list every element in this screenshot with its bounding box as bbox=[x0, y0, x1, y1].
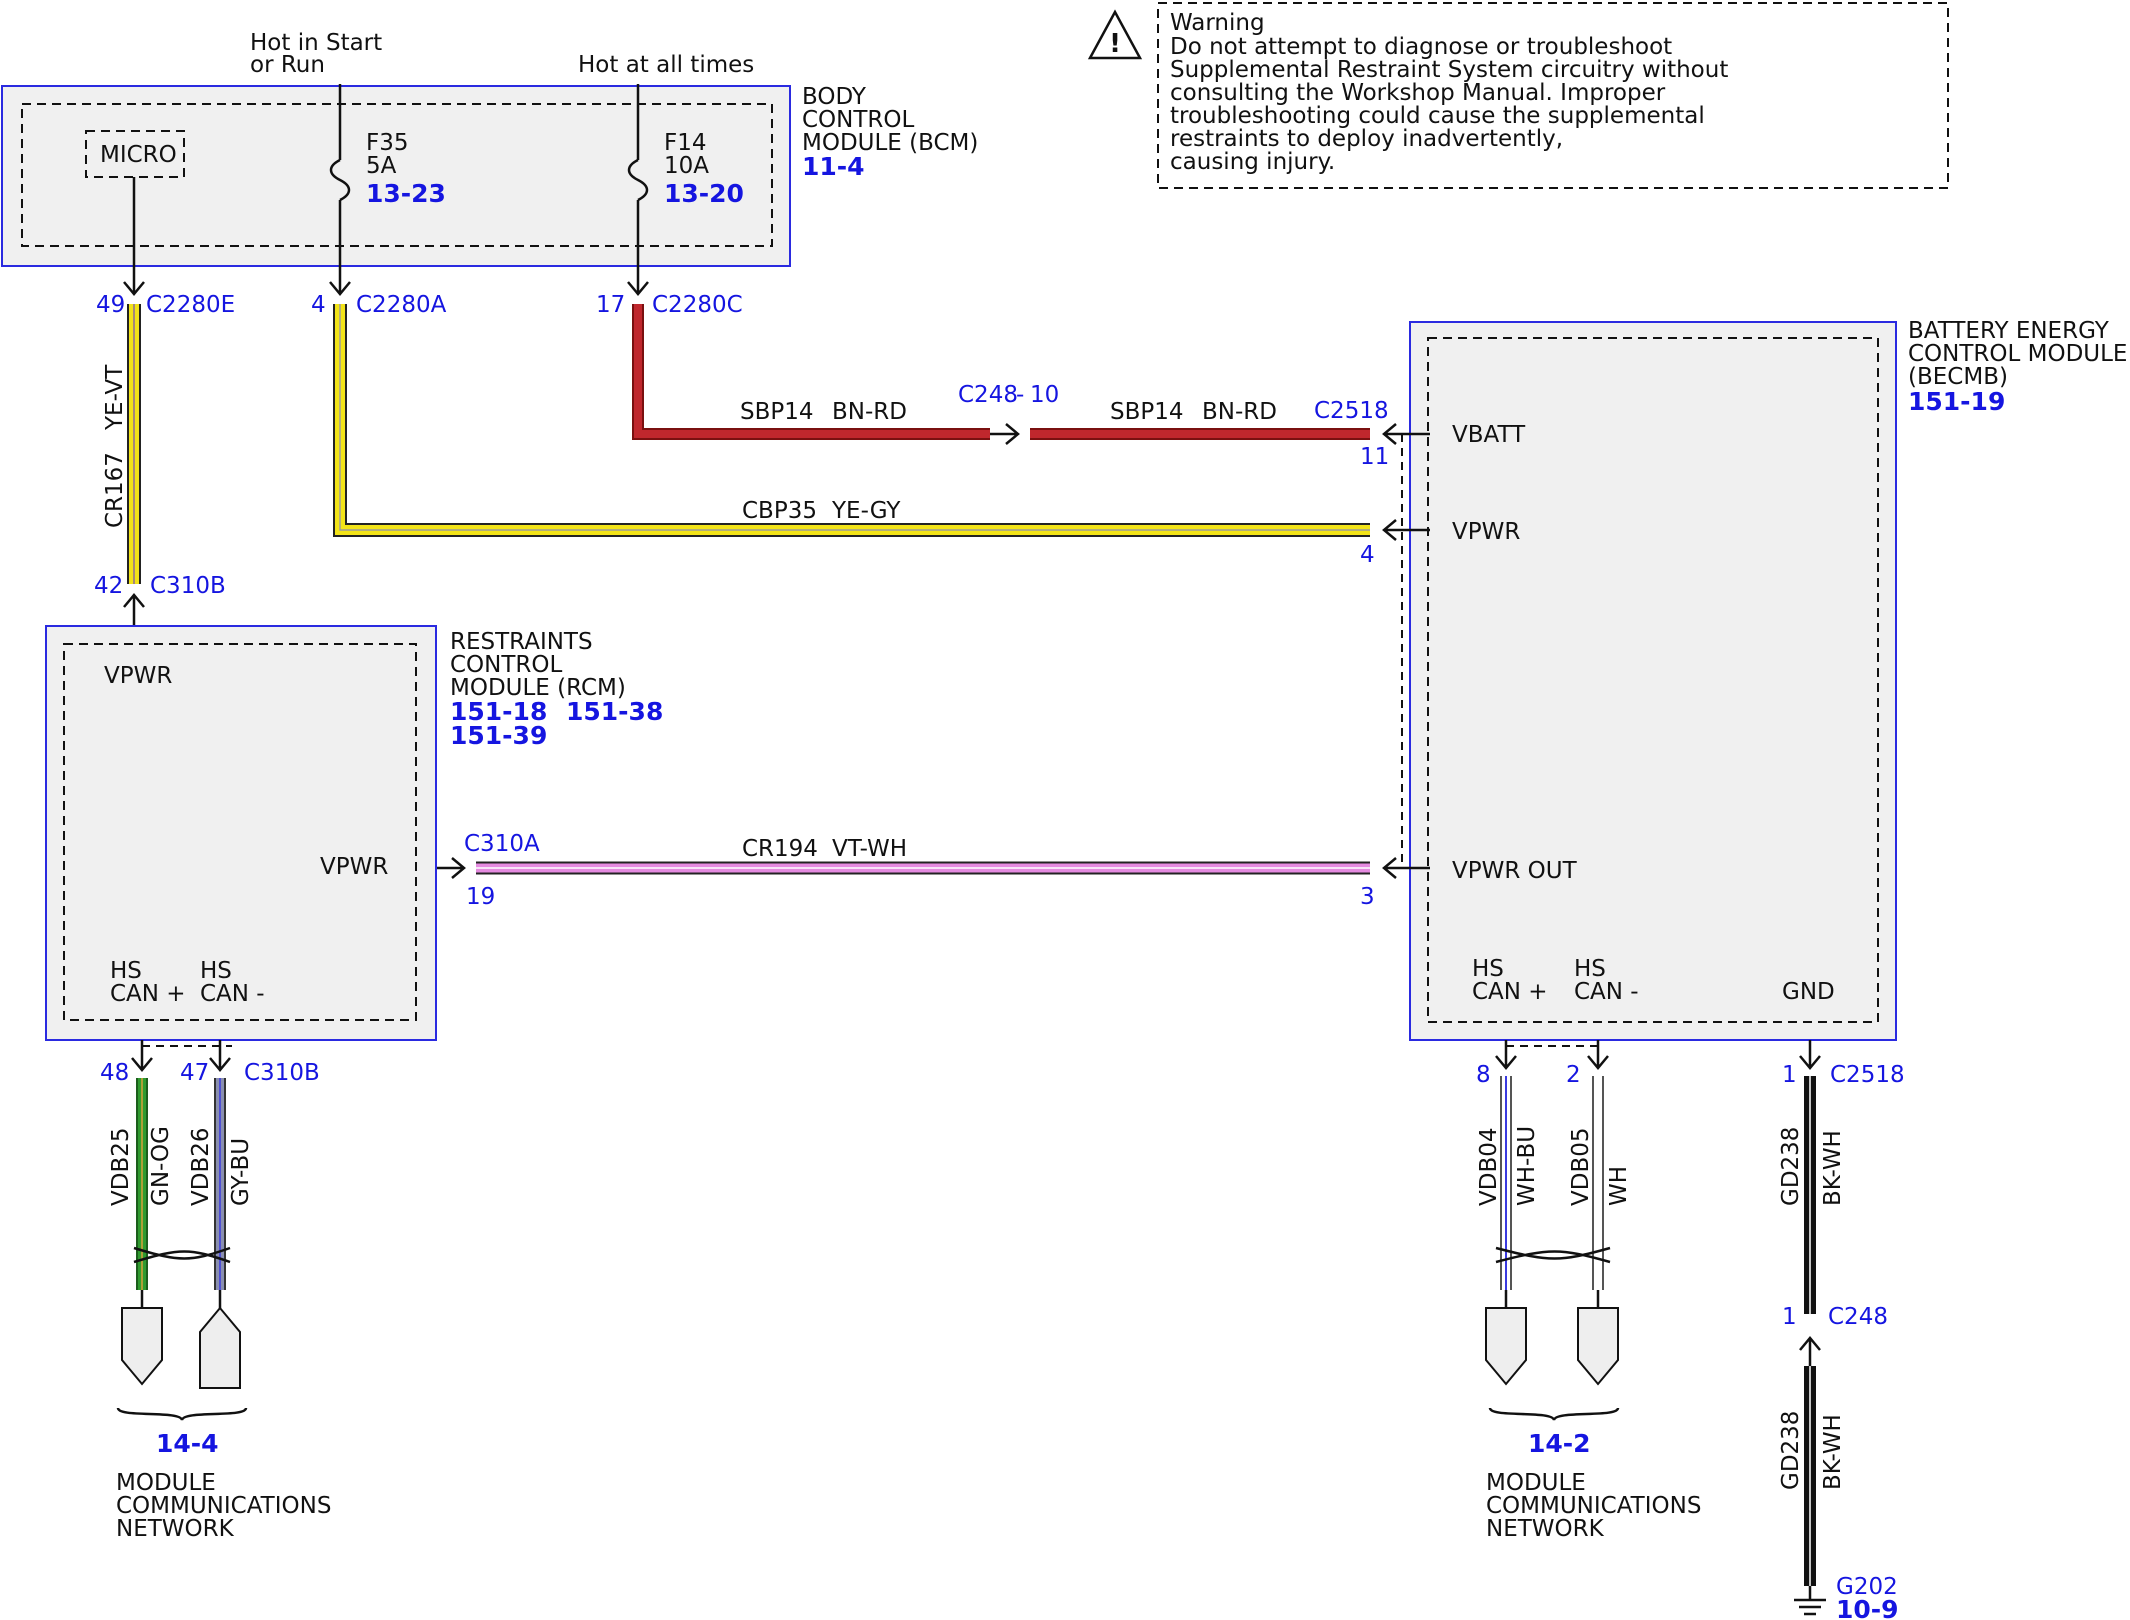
becmb-vpwr-out-label: VPWR OUT bbox=[1452, 858, 1578, 884]
network-right-ref[interactable]: 14-2 bbox=[1528, 1429, 1591, 1458]
becmb-can-plus-arrow-icon bbox=[1495, 1040, 1517, 1070]
sbp14-b-color: BN-RD bbox=[1202, 399, 1277, 425]
cr194-circuit: CR194 bbox=[742, 836, 818, 862]
c310a-name: C310A bbox=[464, 831, 540, 857]
rcm-module: RESTRAINTS CONTROL MODULE (RCM) 151-18 1… bbox=[45, 625, 663, 1041]
warning-line-6: causing injury. bbox=[1170, 149, 1335, 175]
fuse-f35-ref[interactable]: 13-23 bbox=[366, 179, 446, 208]
gnd-c248-arrow-icon bbox=[1799, 1336, 1821, 1366]
bcm-module: MICRO BODY CONTROL MODULE (BCM) 11-4 F35… bbox=[1, 84, 978, 267]
becmb-vbatt-label: VBATT bbox=[1452, 422, 1526, 448]
rcm-ref-2[interactable]: 151-38 bbox=[566, 697, 663, 726]
becmb-can-minus-terminal-icon bbox=[1577, 1307, 1619, 1386]
sbp14-a-color: BN-RD bbox=[832, 399, 907, 425]
vdb25-circuit: VDB25 bbox=[108, 1128, 134, 1207]
becmb-can-minus-arrow-icon bbox=[1587, 1040, 1609, 1070]
c2280e-pin: 49 bbox=[96, 292, 125, 318]
becmb-hs-can-plus-2: CAN + bbox=[1472, 979, 1548, 1005]
cr167-color: YE-VT bbox=[102, 364, 128, 431]
network-right-label-3: NETWORK bbox=[1486, 1516, 1605, 1542]
network-left-label-3: NETWORK bbox=[116, 1516, 235, 1542]
c2280a-pin: 4 bbox=[311, 292, 326, 318]
gd238-a-circuit: GD238 bbox=[1778, 1127, 1804, 1206]
becmb-vpwr-pin: 4 bbox=[1360, 542, 1375, 568]
gnd-c248-pin: 1 bbox=[1782, 1304, 1797, 1330]
ground-symbol-icon bbox=[1794, 1586, 1826, 1616]
rcm-vpwr-top-label: VPWR bbox=[104, 663, 172, 689]
becmb-gnd-connector: C2518 bbox=[1830, 1062, 1905, 1088]
c2518-vbatt-name: C2518 bbox=[1314, 398, 1389, 424]
cr194-color: VT-WH bbox=[832, 836, 907, 862]
c310b-top-pin: 42 bbox=[94, 573, 123, 599]
network-left-ref[interactable]: 14-4 bbox=[156, 1429, 219, 1458]
rcm-can-plus-arrow-icon bbox=[131, 1040, 153, 1072]
wire-sbp14-a bbox=[632, 304, 990, 440]
rcm-can-connector-name: C310B bbox=[244, 1060, 320, 1086]
becmb-hs-can-minus-2: CAN - bbox=[1574, 979, 1639, 1005]
becmb-gnd-label: GND bbox=[1782, 979, 1835, 1005]
warning-title: Warning bbox=[1170, 10, 1265, 36]
ground-ref[interactable]: 10-9 bbox=[1836, 1595, 1899, 1620]
vdb05-color: WH bbox=[1606, 1166, 1632, 1206]
vdb26-color: GY-BU bbox=[228, 1138, 254, 1206]
vdb04-color: WH-BU bbox=[1514, 1126, 1540, 1206]
wiring-diagram: ! Warning Do not attempt to diagnose or … bbox=[1, 2, 2130, 1620]
rcm-hs-can-minus-2: CAN - bbox=[200, 981, 265, 1007]
becmb-network-brace-icon bbox=[1488, 1407, 1620, 1421]
micro-label: MICRO bbox=[100, 142, 177, 168]
rcm-ref-3[interactable]: 151-39 bbox=[450, 721, 547, 750]
c2280a-name: C2280A bbox=[356, 292, 447, 318]
c248-inline-name: C248 bbox=[958, 382, 1018, 408]
rcm-can-minus-pin: 47 bbox=[180, 1060, 209, 1086]
rcm-hs-can-plus-2: CAN + bbox=[110, 981, 186, 1007]
sbp14-b-circuit: SBP14 bbox=[1110, 399, 1184, 425]
c2280c-pin: 17 bbox=[596, 292, 625, 318]
becmb-vpwr-label: VPWR bbox=[1452, 519, 1520, 545]
becmb-can-plus-terminal-icon bbox=[1485, 1307, 1527, 1386]
bcm-ref[interactable]: 11-4 bbox=[802, 152, 865, 181]
c248-inline-dash: - bbox=[1016, 382, 1024, 408]
rcm-network-brace-icon bbox=[116, 1407, 248, 1421]
rcm-can-plus-terminal-icon bbox=[121, 1307, 163, 1386]
c2280e-name: C2280E bbox=[146, 292, 235, 318]
vdb25-color: GN-OG bbox=[148, 1126, 174, 1206]
becmb-gnd-pin: 1 bbox=[1782, 1062, 1797, 1088]
gnd-c248-name: C248 bbox=[1828, 1304, 1888, 1330]
warning-triangle-icon: ! bbox=[1087, 9, 1143, 60]
c248-inline-arrow-icon bbox=[990, 423, 1020, 445]
vdb04-circuit: VDB04 bbox=[1476, 1128, 1502, 1207]
gd238-a-color: BK-WH bbox=[1820, 1130, 1846, 1206]
cr167-circuit: CR167 bbox=[102, 452, 128, 528]
svg-text:!: ! bbox=[1109, 29, 1121, 59]
vdb26-circuit: VDB26 bbox=[188, 1128, 214, 1207]
hot-start-run-label-2: or Run bbox=[250, 52, 325, 78]
cbp35-circuit: CBP35 bbox=[742, 498, 817, 524]
becmb-can-minus-pin: 2 bbox=[1566, 1062, 1581, 1088]
gd238-b-circuit: GD238 bbox=[1778, 1411, 1804, 1490]
becmb-can-plus-pin: 8 bbox=[1476, 1062, 1491, 1088]
vdb05-circuit: VDB05 bbox=[1568, 1128, 1594, 1207]
sbp14-a-circuit: SBP14 bbox=[740, 399, 814, 425]
rcm-can-minus-terminal-icon bbox=[199, 1306, 241, 1389]
warning-note: ! Warning Do not attempt to diagnose or … bbox=[1087, 2, 1949, 189]
becmb-vpwr-out-pin: 3 bbox=[1360, 884, 1375, 910]
c310a-arrow-icon bbox=[436, 857, 466, 879]
hot-always-label: Hot at all times bbox=[578, 52, 754, 78]
c2280c-name: C2280C bbox=[652, 292, 743, 318]
fuse-f35-rating: 5A bbox=[366, 153, 397, 179]
becmb-module: BATTERY ENERGY CONTROL MODULE B (BECMB) … bbox=[1409, 318, 2130, 1041]
rcm-can-minus-arrow-icon bbox=[209, 1040, 231, 1072]
fuse-f14-rating: 10A bbox=[664, 153, 709, 179]
gd238-b-color: BK-WH bbox=[1820, 1414, 1846, 1490]
c2518-vbatt-pin: 11 bbox=[1360, 444, 1389, 470]
cbp35-color: YE-GY bbox=[831, 498, 901, 524]
rcm-vpwr-right-label: VPWR bbox=[320, 854, 388, 880]
rcm-can-plus-pin: 48 bbox=[100, 1060, 129, 1086]
becmb-ref[interactable]: 151-19 bbox=[1908, 387, 2005, 416]
fuse-f14-ref[interactable]: 13-20 bbox=[664, 179, 744, 208]
c310b-top-name: C310B bbox=[150, 573, 226, 599]
becmb-gnd-arrow-icon bbox=[1799, 1040, 1821, 1070]
c310a-pin: 19 bbox=[466, 884, 495, 910]
c248-inline-pin: 10 bbox=[1030, 382, 1059, 408]
